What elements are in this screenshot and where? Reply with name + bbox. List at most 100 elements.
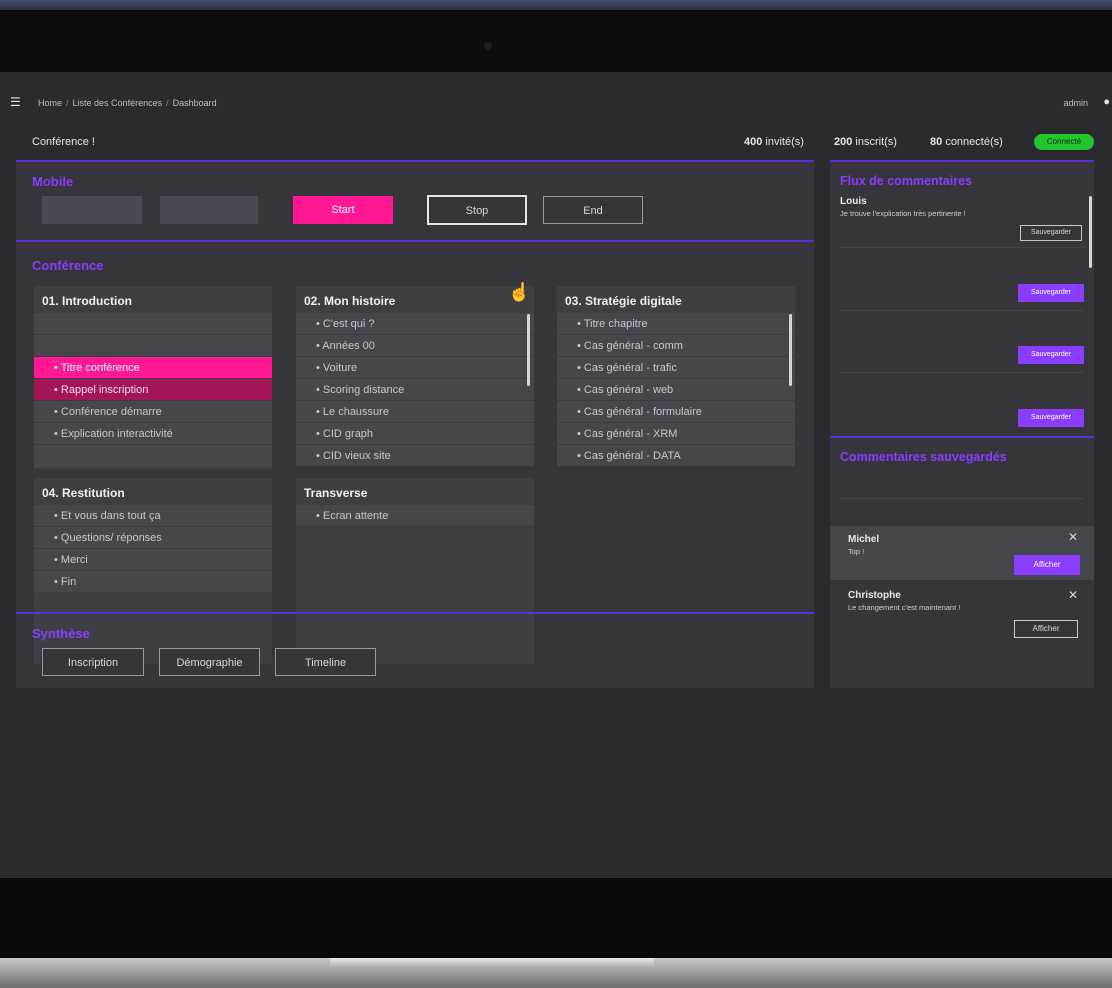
inscrits-count: 200 (834, 136, 853, 148)
list-item[interactable]: • Questions/ réponses (34, 527, 272, 549)
chapter-title: 03. Stratégie digitale (565, 294, 682, 308)
connectes-label: connecté(s) (945, 136, 1003, 148)
list-item[interactable]: • Explication interactivité (34, 423, 272, 445)
inscrits-stat: 200 inscrit(s) (834, 136, 897, 148)
chapter-title: 02. Mon histoire (304, 294, 396, 308)
scrollbar[interactable] (1089, 196, 1092, 268)
comment-text: Je trouve l'explication très pertinente … (840, 209, 966, 218)
breadcrumb: Home / Liste des Conférences / Dashboard (38, 98, 217, 108)
list-item[interactable] (34, 313, 272, 335)
list-item[interactable]: • Années 00 (296, 335, 534, 357)
save-comment-button[interactable]: Sauvegarder (1018, 284, 1084, 302)
list-item[interactable]: • C'est qui ? (296, 313, 534, 335)
list-item[interactable]: • Conférence démarre (34, 401, 272, 423)
list-item[interactable]: • Cas général - comm (557, 335, 795, 357)
end-button[interactable]: End (543, 196, 643, 224)
synthese-section-title: Synthèse (32, 626, 90, 641)
status-badge: Connecté (1034, 134, 1094, 150)
afficher-button[interactable]: Afficher (1014, 620, 1078, 638)
connectes-count: 80 (930, 136, 943, 148)
list-item[interactable] (34, 335, 272, 357)
laptop-base (0, 958, 1112, 988)
list-item[interactable]: • Cas général - XRM (557, 423, 795, 445)
webcam-icon (484, 42, 492, 50)
save-comment-button[interactable]: Sauvegarder (1018, 409, 1084, 427)
list-item[interactable]: • Merci (34, 549, 272, 571)
feed-comment: Louis Je trouve l'explication très perti… (840, 196, 1084, 218)
scrollbar[interactable] (789, 314, 792, 386)
chapter-card-mon-histoire: 02. Mon histoire • C'est qui ? • Années … (296, 286, 534, 467)
conference-section-title: Conférence (32, 258, 104, 273)
close-icon[interactable]: ✕ (1068, 588, 1078, 602)
list-item[interactable]: • CID vieux site (296, 445, 534, 467)
chapter-slide-list: • Titre conférence • Rappel inscription … (34, 313, 272, 469)
saved-comment: Christophe Le changement c'est maintenan… (848, 590, 1092, 612)
breadcrumb-separator: / (166, 98, 169, 108)
saved-comment-card: Christophe Le changement c'est maintenan… (830, 584, 1094, 648)
chapter-slide-list: • Ecran attente (296, 505, 534, 527)
laptop-notch (330, 958, 654, 968)
list-item[interactable]: • CID graph (296, 423, 534, 445)
scrollbar[interactable] (527, 314, 530, 386)
list-item[interactable]: • Et vous dans tout ça (34, 505, 272, 527)
list-item[interactable]: • Cas général - trafic (557, 357, 795, 379)
save-comment-button[interactable]: Sauvegarder (1020, 225, 1082, 241)
top-bar: ☰ Home / Liste des Conférences / Dashboard a… (0, 90, 1112, 114)
list-item[interactable]: • Titre chapitre (557, 313, 795, 335)
divider (840, 247, 1084, 248)
list-item[interactable]: • Ecran attente (296, 505, 534, 527)
comment-text: Le changement c'est maintenant ! (848, 603, 961, 612)
divider (840, 372, 1084, 373)
chapter-title: Transverse (304, 486, 368, 500)
list-item[interactable]: • Cas général - DATA (557, 445, 795, 467)
list-item[interactable]: • Cas général - formulaire (557, 401, 795, 423)
timeline-button[interactable]: Timeline (275, 648, 376, 676)
demographie-button[interactable]: Démographie (159, 648, 260, 676)
hamburger-icon[interactable]: ☰ (10, 95, 21, 109)
divider (840, 310, 1084, 311)
list-item[interactable]: • Fin (34, 571, 272, 593)
section-divider (16, 240, 814, 242)
list-item[interactable]: • Rappel inscription (34, 379, 272, 401)
conference-title: Conférence ! (32, 136, 95, 148)
chapter-card-strategie-digitale: 03. Stratégie digitale • Titre chapitre … (557, 286, 795, 467)
feed-title: Flux de commentaires (840, 174, 972, 188)
list-item[interactable]: • Cas général - web (557, 379, 795, 401)
inscription-button[interactable]: Inscription (42, 648, 144, 676)
user-name[interactable]: admin (1063, 98, 1088, 108)
saved-comment-card: Michel Top ! ✕ Afficher (830, 526, 1094, 580)
disabled-button-2[interactable] (160, 196, 258, 224)
user-icon[interactable]: ● (1103, 96, 1110, 108)
divider (840, 498, 1084, 499)
comments-panel: Flux de commentaires Louis Je trouve l'e… (830, 160, 1094, 688)
chapter-slide-list: • Et vous dans tout ça • Questions/ répo… (34, 505, 272, 593)
mobile-section-title: Mobile (32, 174, 74, 189)
invites-label: invité(s) (765, 136, 804, 148)
disabled-button-1[interactable] (42, 196, 142, 224)
list-item[interactable]: • Scoring distance (296, 379, 534, 401)
main-panel: Mobile Start Stop End Conférence 01. Int… (16, 160, 814, 688)
breadcrumb-conferences[interactable]: Liste des Conférences (73, 98, 163, 108)
close-icon[interactable]: ✕ (1068, 530, 1078, 544)
stop-button[interactable]: Stop (427, 195, 527, 225)
save-comment-button[interactable]: Sauvegarder (1018, 346, 1084, 364)
list-item[interactable]: • Le chaussure (296, 401, 534, 423)
comment-author: Michel (848, 534, 880, 545)
invites-stat: 400 invité(s) (744, 136, 804, 148)
chapter-slide-list: • C'est qui ? • Années 00 • Voiture • Sc… (296, 313, 534, 467)
comment-author: Christophe (848, 590, 901, 601)
section-divider (830, 436, 1094, 438)
list-item (34, 445, 272, 469)
section-divider (16, 612, 814, 614)
list-item[interactable]: • Voiture (296, 357, 534, 379)
saved-comment: Michel Top ! (848, 534, 1092, 556)
start-button[interactable]: Start (293, 196, 393, 224)
list-item[interactable]: • Titre conférence (34, 357, 272, 379)
comment-author: Louis (840, 196, 867, 207)
app-screen: ☰ Home / Liste des Conférences / Dashboard a… (0, 72, 1112, 878)
afficher-button[interactable]: Afficher (1014, 555, 1080, 575)
inscrits-label: inscrit(s) (855, 136, 897, 148)
pointer-cursor-icon: ☝ (508, 282, 531, 302)
section-divider (830, 160, 1094, 162)
breadcrumb-home[interactable]: Home (38, 98, 62, 108)
